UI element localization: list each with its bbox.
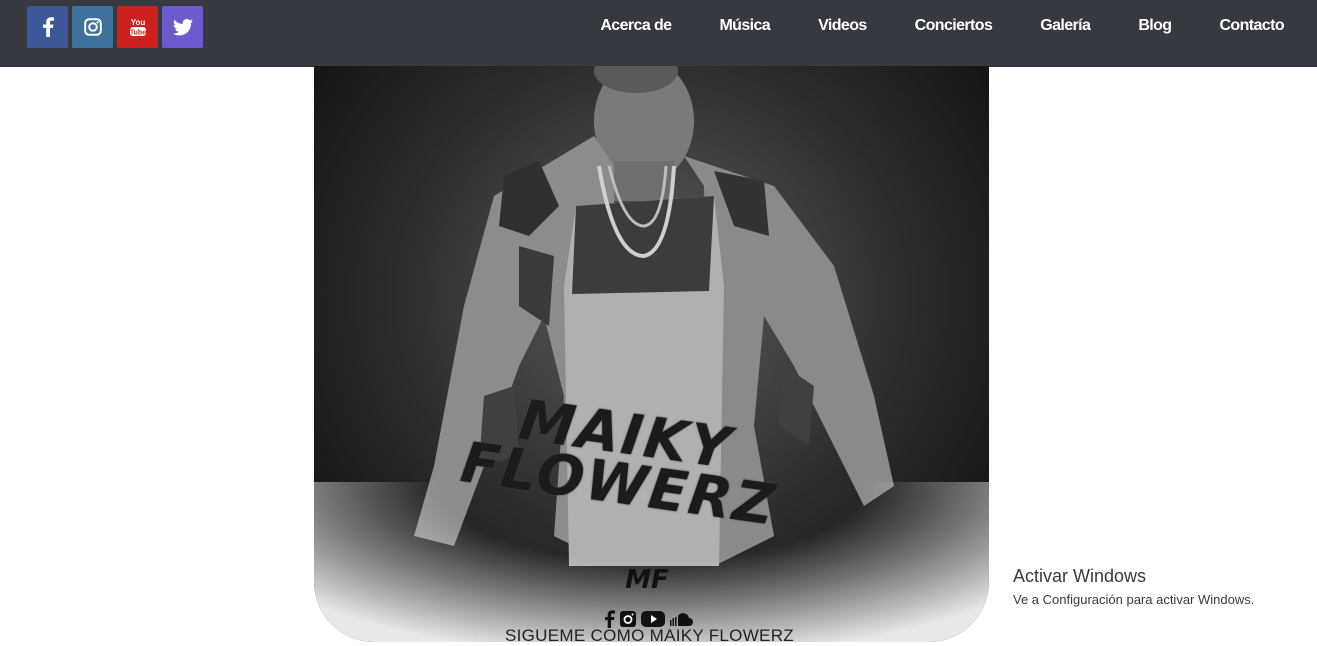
- main-menu: Acerca de Música Videos Conciertos Galer…: [552, 0, 1284, 52]
- instagram-button[interactable]: [72, 6, 113, 48]
- youtube-button[interactable]: You Tube: [117, 6, 158, 48]
- follow-text: SIGUEME COMO MAIKY FLOWERZ: [505, 626, 794, 645]
- windows-activation-watermark: Activar Windows Ve a Configuración para …: [1013, 566, 1254, 607]
- youtube-icon: You Tube: [128, 16, 148, 38]
- facebook-icon: [42, 17, 54, 37]
- svg-text:Tube: Tube: [129, 30, 145, 37]
- mf-monogram-text: MF: [625, 566, 669, 592]
- nav-item-galeria[interactable]: Galería: [1040, 17, 1091, 35]
- instagram-icon: [83, 18, 102, 36]
- nav-item-videos[interactable]: Videos: [818, 17, 867, 35]
- facebook-button[interactable]: [27, 6, 68, 48]
- svg-text:You: You: [130, 18, 145, 27]
- activation-title: Activar Windows: [1013, 566, 1147, 586]
- social-links: You Tube: [27, 6, 203, 48]
- twitter-icon: [172, 18, 193, 36]
- nav-item-blog[interactable]: Blog: [1138, 17, 1172, 35]
- activation-subtitle: Ve a Configuración para activar Windows.: [1013, 592, 1255, 607]
- nav-item-acerca-de[interactable]: Acerca de: [600, 17, 672, 35]
- top-navigation-bar: You Tube Acerca de Música Videos Conciert…: [0, 0, 1317, 66]
- nav-item-contacto[interactable]: Contacto: [1219, 17, 1284, 35]
- hero-photo: [314, 66, 989, 642]
- mf-monogram: MF: [611, 565, 683, 595]
- twitter-button[interactable]: [162, 6, 203, 48]
- nav-item-musica[interactable]: Música: [719, 17, 770, 35]
- nav-item-conciertos[interactable]: Conciertos: [915, 17, 993, 35]
